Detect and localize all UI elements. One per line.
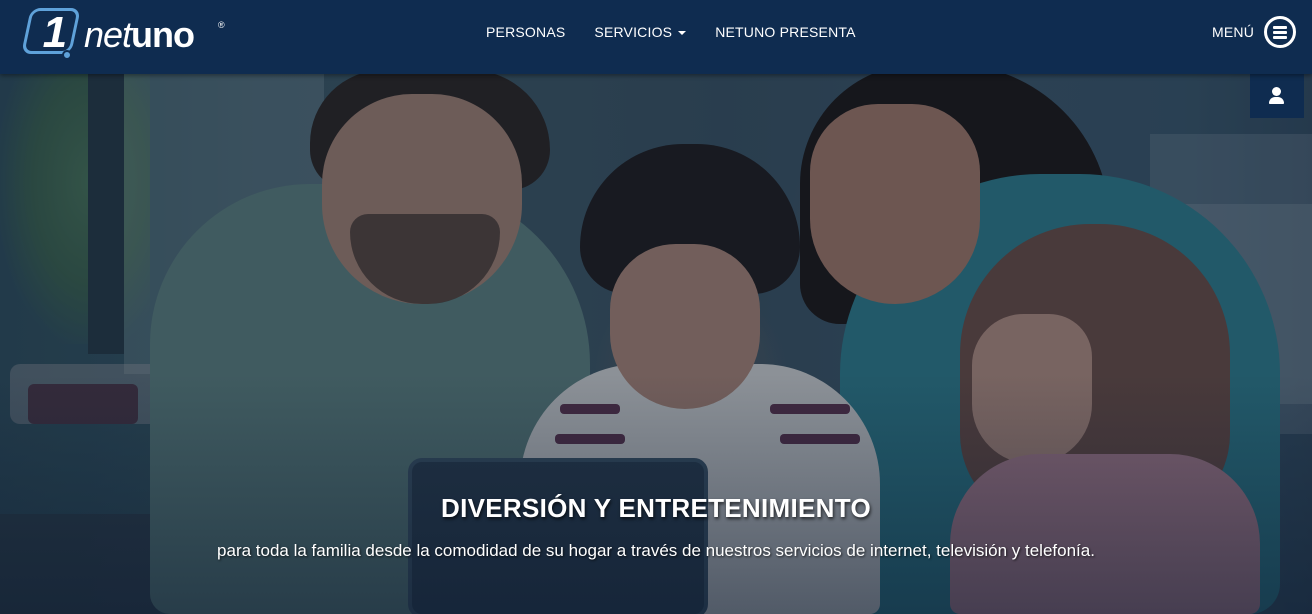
netuno-logo[interactable]: 1 netuno ® [21, 8, 226, 62]
nav-item-servicios[interactable]: SERVICIOS [594, 24, 687, 40]
hero-title: DIVERSIÓN Y ENTRETENIMIENTO [441, 493, 871, 523]
logo-mark: 1 [21, 8, 81, 57]
logo-text-bold: uno [131, 14, 195, 55]
main-nav: PERSONAS SERVICIOS NETUNO PRESENTA [486, 24, 856, 40]
nav-item-personas[interactable]: PERSONAS [486, 24, 565, 40]
nav-item-servicios-label: SERVICIOS [594, 24, 673, 40]
user-icon-body [1269, 97, 1284, 104]
user-icon [1272, 87, 1281, 96]
hero-banner: DIVERSIÓN Y ENTRETENIMIENTO para toda la… [0, 74, 1312, 614]
menu-bar [1273, 31, 1287, 34]
nav-item-netuno-presenta[interactable]: NETUNO PRESENTA [715, 24, 855, 40]
caret-down-icon [678, 31, 687, 36]
registered-mark: ® [218, 20, 225, 30]
hamburger-circle-icon[interactable] [1264, 16, 1296, 48]
site-header: 1 netuno ® PERSONAS SERVICIOS NETUNO PRE… [0, 0, 1312, 74]
menu-bar [1273, 36, 1287, 39]
user-login-button[interactable] [1250, 74, 1304, 118]
logo-wordmark: netuno [84, 14, 195, 56]
logo-dot [62, 50, 72, 60]
menu-label[interactable]: MENÚ [1212, 24, 1254, 40]
hero-subtitle: para toda la familia desde la comodidad … [217, 541, 1095, 560]
menu-bar [1273, 26, 1287, 29]
logo-text-light: net [84, 14, 132, 55]
